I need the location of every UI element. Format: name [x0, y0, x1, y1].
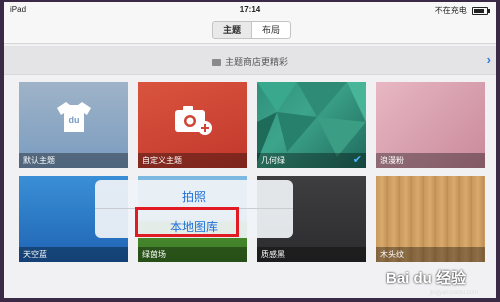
store-icon [211, 59, 221, 66]
theme-store-banner[interactable]: 主题商店更精彩 › [4, 46, 496, 75]
ipad-screen: iPad 17:14 不在充电 主题 布局 主题商店更精彩 › du 默认主题 [4, 2, 496, 298]
nav-bar: 主题 布局 [4, 17, 496, 44]
watermark-url: jingyan.baidu.com [429, 290, 478, 296]
theme-label: 木头纹 [376, 247, 485, 262]
battery-icon [472, 6, 490, 15]
theme-label: 质感黑 [257, 247, 366, 262]
theme-label: 默认主题 [19, 153, 128, 168]
take-photo-option[interactable]: 拍照 [95, 188, 293, 205]
theme-tile-romantic-pink[interactable]: 浪漫粉 [376, 82, 485, 168]
tab-theme[interactable]: 主题 [212, 21, 252, 39]
segmented-control: 主题 布局 [212, 21, 291, 39]
status-bar: iPad 17:14 不在充电 [4, 2, 496, 17]
theme-tile-wood-grain[interactable]: 木头纹 [376, 176, 485, 262]
charging-status: 不在充电 [434, 5, 490, 16]
banner-label: 主题商店更精彩 [224, 57, 288, 67]
tab-layout[interactable]: 布局 [252, 21, 291, 39]
theme-tile-custom[interactable]: 自定义主题 [138, 82, 247, 168]
watermark-logo: Bai du 经验 [385, 270, 466, 287]
tshirt-du-icon: du [57, 102, 91, 132]
svg-text:du: du [69, 115, 80, 125]
camera-add-icon [175, 106, 212, 135]
theme-label: 天空蓝 [19, 247, 128, 262]
theme-label: 自定义主题 [138, 153, 247, 168]
device-frame: iPad 17:14 不在充电 主题 布局 主题商店更精彩 › du 默认主题 [0, 0, 500, 302]
status-time: 17:14 [239, 5, 261, 14]
theme-label: 绿茵场 [138, 247, 247, 262]
theme-label: 几何绿 [257, 153, 366, 168]
chevron-right-icon: › [486, 52, 491, 67]
charging-label: 不在充电 [434, 6, 467, 15]
checkmark-icon: ✔ [352, 154, 362, 166]
theme-tile-default[interactable]: du 默认主题 [19, 82, 128, 168]
highlight-box [135, 207, 239, 237]
theme-label: 浪漫粉 [376, 153, 485, 168]
theme-tile-geometric-green[interactable]: 几何绿 ✔ [257, 82, 366, 168]
banner-text-wrap: 主题商店更精彩 [4, 55, 496, 68]
